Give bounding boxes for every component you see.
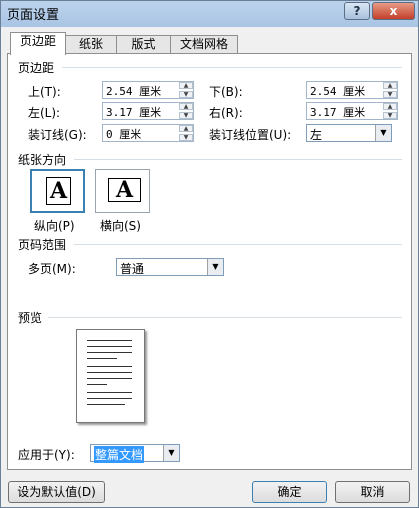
portrait-option[interactable]: A xyxy=(30,169,85,213)
spinner-down-icon[interactable]: ▼ xyxy=(179,112,193,119)
section-divider xyxy=(48,317,402,318)
preview-section-title: 预览 xyxy=(18,311,43,325)
orientation-section-title: 纸张方向 xyxy=(18,153,67,167)
help-button[interactable]: ? xyxy=(344,2,370,20)
preview-text-line xyxy=(87,346,132,347)
bottom-margin-spinner[interactable]: 2.54 厘米 ▲ ▼ xyxy=(306,81,398,99)
left-margin-label: 左(L): xyxy=(28,106,61,120)
top-margin-spinner[interactable]: 2.54 厘米 ▲ ▼ xyxy=(102,81,194,99)
spinner-down-icon[interactable]: ▼ xyxy=(383,91,397,98)
tab-panel: 页边距 上(T): 2.54 厘米 ▲ ▼ 下(B): 2.54 厘米 ▲ ▼ … xyxy=(7,53,412,470)
spinner-up-icon[interactable]: ▲ xyxy=(179,125,193,132)
landscape-option[interactable]: A xyxy=(95,169,150,213)
spinner-down-icon[interactable]: ▼ xyxy=(179,134,193,141)
gutter-position-value: 左 xyxy=(310,128,323,142)
portrait-page-icon: A xyxy=(46,177,72,205)
spinner-up-icon[interactable]: ▲ xyxy=(179,82,193,89)
preview-text-line xyxy=(87,384,107,385)
right-margin-label: 右(R): xyxy=(209,106,243,120)
gutter-spinner[interactable]: 0 厘米 ▲ ▼ xyxy=(102,124,194,142)
portrait-label: 纵向(P) xyxy=(34,219,75,233)
ok-button[interactable]: 确定 xyxy=(252,481,327,503)
preview-text-line xyxy=(87,358,117,359)
gutter-position-select[interactable]: 左 ▼ xyxy=(306,124,392,142)
gutter-value: 0 厘米 xyxy=(106,128,142,141)
multiple-pages-value: 普通 xyxy=(120,262,145,276)
left-margin-value: 3.17 厘米 xyxy=(106,106,162,119)
bottom-margin-value: 2.54 厘米 xyxy=(310,85,366,98)
preview-text-line xyxy=(87,366,132,367)
section-divider xyxy=(62,67,402,68)
landscape-label: 横向(S) xyxy=(100,219,141,233)
landscape-page-icon: A xyxy=(108,178,142,202)
pages-section-title: 页码范围 xyxy=(18,238,67,252)
section-divider xyxy=(74,244,402,245)
margins-section-title: 页边距 xyxy=(18,61,55,75)
close-button[interactable]: x xyxy=(372,2,415,20)
spinner-down-icon[interactable]: ▼ xyxy=(383,112,397,119)
chevron-down-icon[interactable]: ▼ xyxy=(207,259,223,275)
section-divider xyxy=(74,159,402,160)
preview-text-line xyxy=(87,340,132,341)
preview-text-line xyxy=(87,404,125,405)
chevron-down-icon[interactable]: ▼ xyxy=(375,125,391,141)
dialog-title: 页面设置 xyxy=(7,8,60,23)
tab-margins[interactable]: 页边距 xyxy=(10,32,66,55)
title-bar: 页面设置 ? x xyxy=(1,1,418,27)
spinner-up-icon[interactable]: ▲ xyxy=(383,103,397,110)
left-margin-spinner[interactable]: 3.17 厘米 ▲ ▼ xyxy=(102,102,194,120)
spinner-up-icon[interactable]: ▲ xyxy=(383,82,397,89)
gutter-position-label: 装订线位置(U): xyxy=(209,128,292,142)
apply-to-value: 整篇文档 xyxy=(94,446,145,463)
preview-text-line xyxy=(87,398,132,399)
tab-paper[interactable]: 纸张 xyxy=(65,35,117,53)
preview-text-line xyxy=(87,372,132,373)
page-setup-dialog: 页面设置 ? x 页边距 纸张 版式 文档网格 页边距 上(T): 2.54 厘… xyxy=(0,0,419,508)
top-margin-label: 上(T): xyxy=(28,85,61,99)
chevron-down-icon[interactable]: ▼ xyxy=(163,445,179,461)
right-margin-spinner[interactable]: 3.17 厘米 ▲ ▼ xyxy=(306,102,398,120)
multiple-pages-select[interactable]: 普通 ▼ xyxy=(116,258,224,276)
preview-text-line xyxy=(87,352,132,353)
tab-layout[interactable]: 版式 xyxy=(116,35,171,53)
set-as-default-button[interactable]: 设为默认值(D) xyxy=(8,481,105,503)
top-margin-value: 2.54 厘米 xyxy=(106,85,162,98)
spinner-down-icon[interactable]: ▼ xyxy=(179,91,193,98)
bottom-margin-label: 下(B): xyxy=(209,85,243,99)
preview-text-line xyxy=(87,378,132,379)
preview-page xyxy=(76,329,145,423)
apply-to-select[interactable]: 整篇文档 ▼ xyxy=(90,444,180,463)
gutter-label: 装订线(G): xyxy=(28,128,87,142)
spinner-up-icon[interactable]: ▲ xyxy=(179,103,193,110)
tab-document-grid[interactable]: 文档网格 xyxy=(170,35,238,53)
apply-to-label: 应用于(Y): xyxy=(18,448,75,462)
preview-text-line xyxy=(87,392,132,393)
multiple-pages-label: 多页(M): xyxy=(28,262,76,276)
cancel-button[interactable]: 取消 xyxy=(335,481,410,503)
right-margin-value: 3.17 厘米 xyxy=(310,106,366,119)
